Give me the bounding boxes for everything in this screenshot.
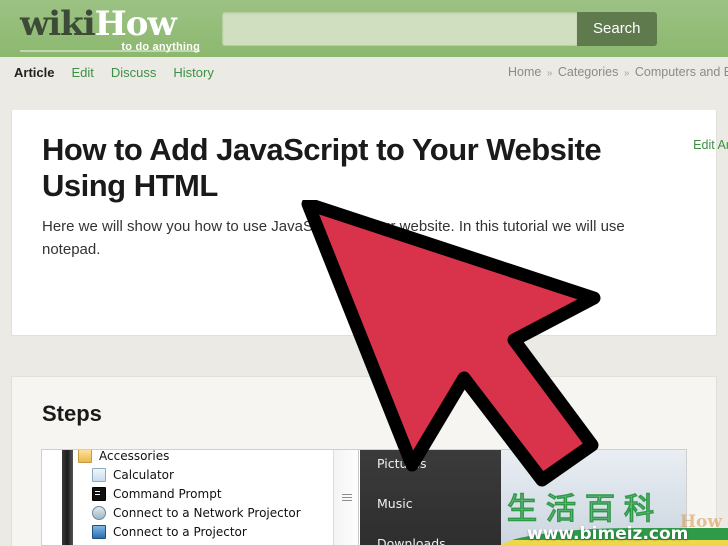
- breadcrumb-item-computers[interactable]: Computers and E: [635, 65, 728, 79]
- logo-tagline: to do anything: [121, 40, 200, 53]
- logo-wiki-text: wiki: [20, 3, 96, 44]
- tab-article[interactable]: Article: [14, 65, 54, 80]
- breadcrumb-separator: »: [546, 68, 553, 79]
- folder-icon: [78, 450, 92, 463]
- edit-article-link[interactable]: Edit Ar: [693, 138, 728, 152]
- step-screenshot-image: Accessories Calculator Command Prompt Co…: [41, 449, 687, 546]
- search-button[interactable]: Search: [577, 11, 657, 46]
- breadcrumb-item-categories[interactable]: Categories: [558, 65, 618, 79]
- menu-item-label: Calculator: [113, 467, 174, 482]
- menu-item-label: Accessories: [99, 449, 170, 463]
- steps-heading: Steps: [42, 401, 102, 426]
- menu-item-accessories[interactable]: Accessories: [78, 449, 338, 465]
- page-title: How to Add JavaScript to Your Website Us…: [42, 132, 602, 203]
- menu-item-label: Connect to a Projector: [113, 524, 247, 539]
- article-body: How to Add JavaScript to Your Website Us…: [12, 110, 728, 261]
- logo-wordmark: wikiHow: [20, 3, 177, 44]
- breadcrumb-item-home[interactable]: Home: [508, 65, 541, 79]
- breadcrumb: Home » Categories » Computers and E: [508, 65, 728, 79]
- calculator-icon: [92, 467, 106, 482]
- site-header: wikiHow to do anything Search: [0, 0, 728, 57]
- command-prompt-icon: [92, 486, 106, 501]
- start-menu-left-panel: Accessories Calculator Command Prompt Co…: [42, 450, 333, 545]
- article-card: How to Add JavaScript to Your Website Us…: [11, 110, 728, 336]
- start-menu-right-panel: Pictures Music Downloads: [360, 450, 501, 545]
- search-form: Search: [222, 11, 657, 46]
- menu-item-calculator[interactable]: Calculator: [78, 465, 338, 484]
- tab-list: Article Edit Discuss History: [14, 65, 214, 80]
- desktop-background-area: [501, 450, 686, 545]
- tab-edit[interactable]: Edit: [71, 65, 93, 80]
- logo-how-text: How: [94, 3, 177, 44]
- menu-item-command-prompt[interactable]: Command Prompt: [78, 484, 338, 503]
- breadcrumb-separator: »: [623, 68, 630, 79]
- search-input[interactable]: [222, 11, 577, 46]
- projector-icon: [92, 524, 106, 539]
- start-menu-left-edge: [62, 450, 73, 545]
- tab-history[interactable]: History: [173, 65, 213, 80]
- start-menu-scrollbar[interactable]: [333, 450, 359, 545]
- menu-item-downloads[interactable]: Downloads: [360, 536, 501, 545]
- network-projector-icon: [92, 505, 106, 520]
- menu-item-label: Connect to a Network Projector: [113, 505, 301, 520]
- menu-item-connect-projector[interactable]: Connect to a Projector: [78, 522, 338, 541]
- menu-item-music[interactable]: Music: [360, 496, 501, 511]
- menu-item-pictures[interactable]: Pictures: [360, 456, 501, 471]
- scrollbar-grip-icon: [342, 494, 352, 502]
- article-intro-text: Here we will show you how to use JavaScr…: [42, 217, 625, 259]
- page-root: wikiHow to do anything Search Article Ed…: [0, 0, 728, 546]
- menu-item-connect-network-projector[interactable]: Connect to a Network Projector: [78, 503, 338, 522]
- start-menu-program-list: Accessories Calculator Command Prompt Co…: [78, 449, 338, 541]
- tab-discuss[interactable]: Discuss: [111, 65, 157, 80]
- wikihow-logo[interactable]: wikiHow to do anything: [20, 5, 200, 53]
- menu-item-label: Command Prompt: [113, 486, 222, 501]
- article-tabbar: Article Edit Discuss History Home » Cate…: [0, 57, 728, 88]
